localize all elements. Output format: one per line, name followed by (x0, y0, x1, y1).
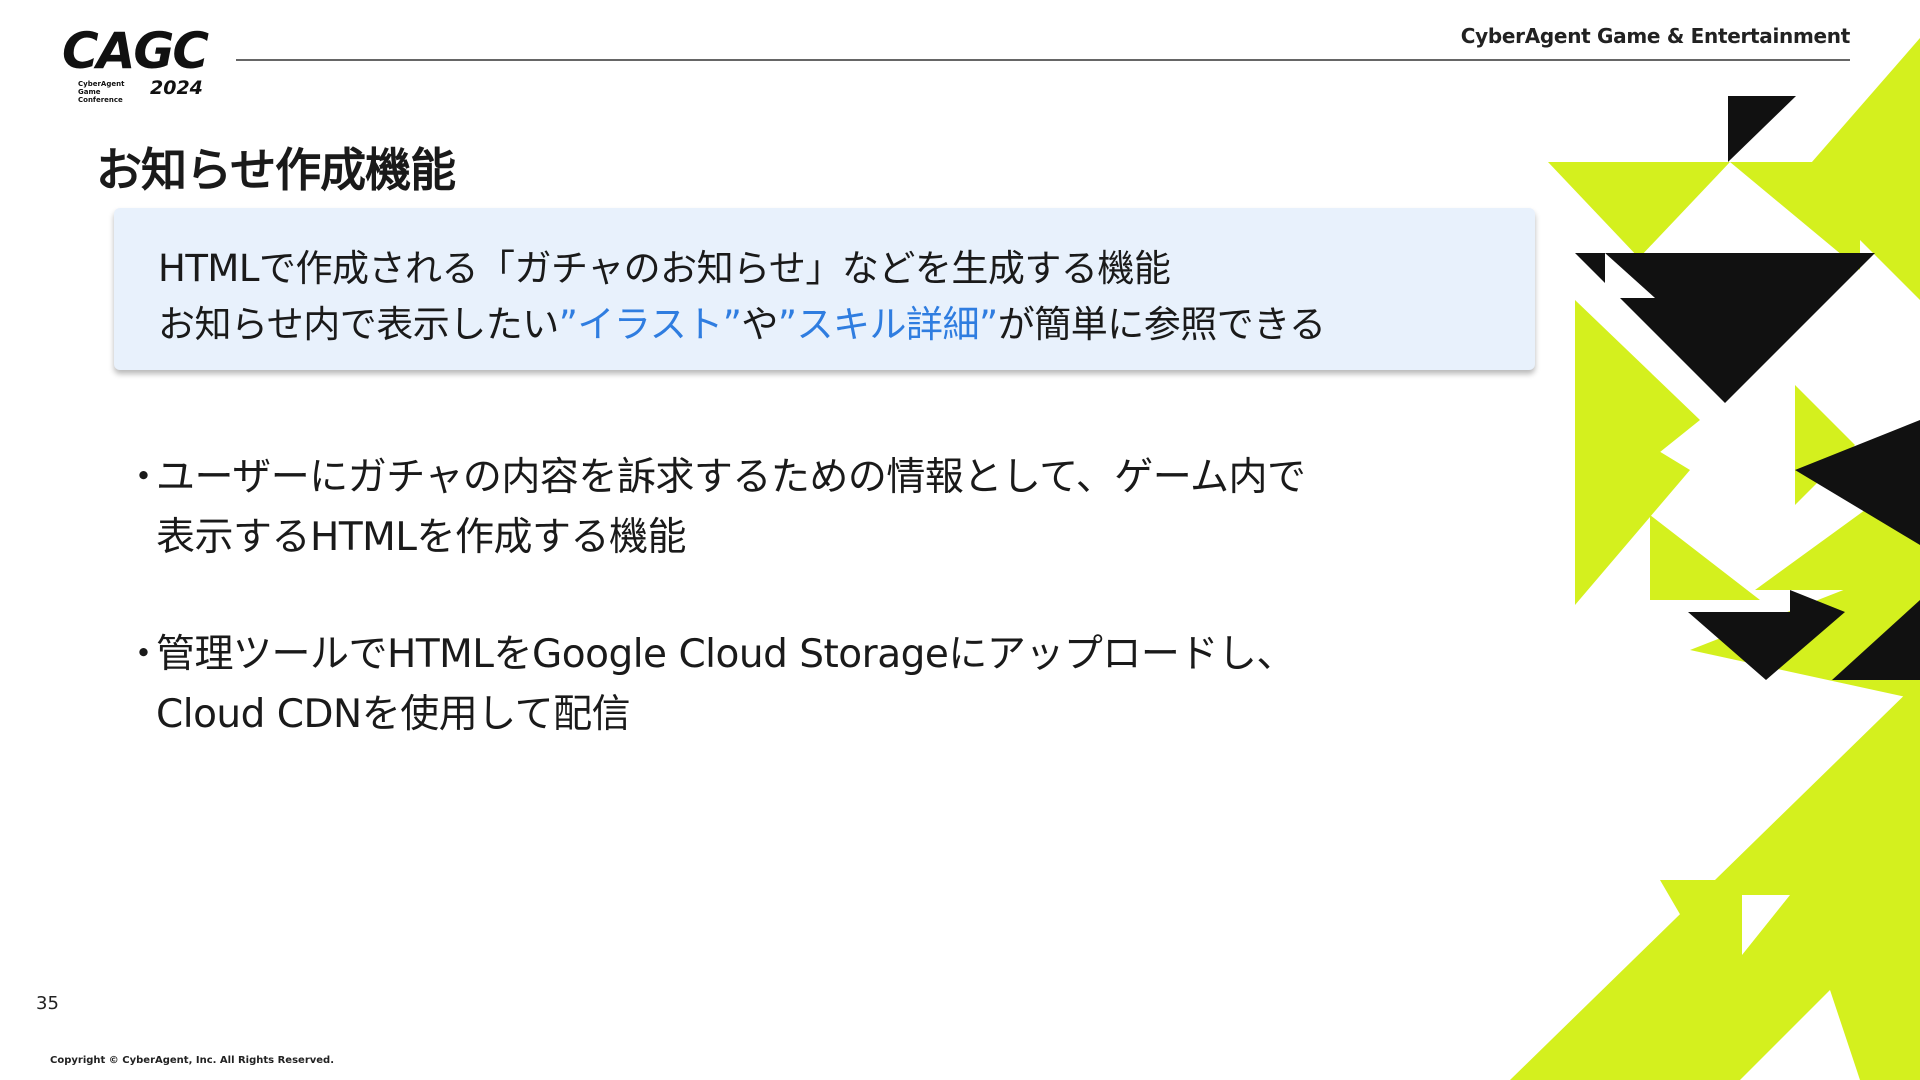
white-shape (1742, 895, 1790, 955)
black-shape (1728, 96, 1796, 162)
bullet-text-line: 表示するHTMLを作成する機能 (156, 515, 687, 560)
bullet-text-line: 管理ツールでHTMLをGoogle Cloud Storageにアップロードし、 (156, 632, 1295, 677)
callout-highlight-illustration: ”イラスト” (558, 303, 742, 346)
logo-wordmark: CAGC (62, 22, 209, 80)
cagc-logo: CAGC CyberAgent Game Conference 2024 (62, 22, 212, 104)
black-shape (1795, 420, 1920, 545)
lime-shape (1730, 162, 1860, 270)
black-shape (1605, 253, 1655, 298)
slide-title: お知らせ作成機能 (96, 143, 456, 197)
lime-shape (1548, 162, 1730, 258)
bullet-item: ・ 管理ツールでHTMLをGoogle Cloud Storageにアップロード… (124, 625, 1464, 745)
black-shape (1832, 600, 1920, 680)
callout-line-2: お知らせ内で表示したい”イラスト”や”スキル詳細”が簡単に参照できる (158, 294, 1326, 348)
bullet-text-line: ユーザーにガチャの内容を訴求するための情報として、ゲーム内で (156, 455, 1306, 500)
bullet-marker: ・ (124, 632, 163, 677)
lime-shape (1755, 470, 1920, 590)
lime-shape (1798, 38, 1920, 300)
callout-text: が簡単に参照できる (997, 303, 1326, 346)
lime-shape (1795, 385, 1855, 505)
bullet-marker: ・ (124, 455, 163, 500)
company-name: CyberAgent Game & Entertainment (1460, 24, 1851, 48)
lime-shape (1660, 880, 1800, 1000)
copyright: Copyright © CyberAgent, Inc. All Rights … (50, 1055, 335, 1066)
lime-shape (1575, 300, 1700, 520)
callout-highlight-skill: ”スキル詳細” (777, 303, 998, 346)
bullet-text-line: Cloud CDNを使用して配信 (156, 692, 631, 737)
lime-shape (1575, 400, 1690, 605)
lime-shape (1510, 680, 1920, 1080)
lime-shape (1650, 515, 1760, 600)
logo-subtitle: CyberAgent Game Conference (78, 80, 125, 104)
callout-line-1: HTMLで作成される「ガチャのお知らせ」などを生成する機能 (158, 247, 1171, 290)
black-shape (1575, 253, 1875, 403)
black-shape (1790, 590, 1845, 612)
lime-shape (1690, 560, 1920, 700)
callout-text: や (741, 303, 778, 346)
black-shape (1688, 612, 1845, 680)
bullet-item: ・ ユーザーにガチャの内容を訴求するための情報として、ゲーム内で 表示するHTM… (124, 448, 1464, 568)
lime-shape (1860, 905, 1920, 1080)
logo-year: 2024 (150, 77, 203, 99)
white-shape (1740, 990, 1860, 1080)
page-number: 35 (36, 993, 59, 1014)
callout-text: お知らせ内で表示したい (158, 303, 559, 346)
summary-callout: HTMLで作成される「ガチャのお知らせ」などを生成する機能 お知らせ内で表示した… (114, 208, 1535, 370)
header-divider (236, 59, 1850, 61)
